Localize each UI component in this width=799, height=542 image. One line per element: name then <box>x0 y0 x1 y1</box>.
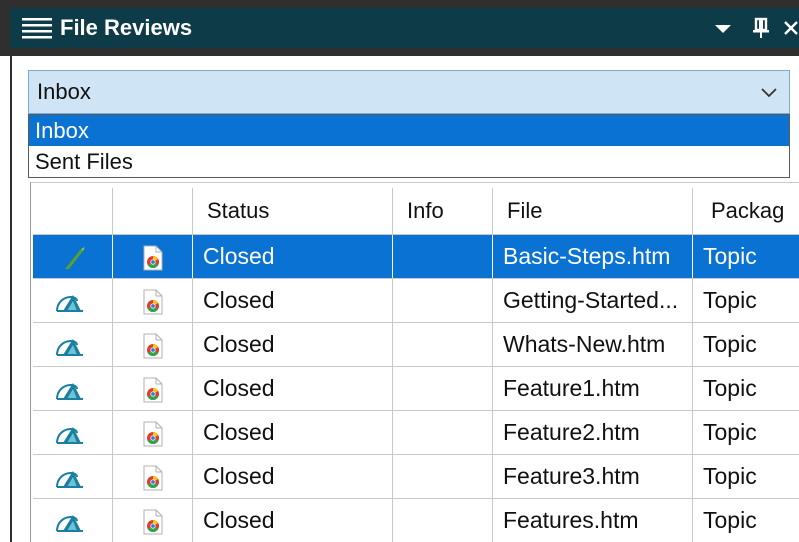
package-cell: Topic <box>703 375 757 401</box>
html-file-icon <box>143 465 163 491</box>
file-icon-cell <box>113 499 193 542</box>
file-icon-cell <box>113 455 193 498</box>
file-icon-cell <box>113 235 193 278</box>
file-name-cell: Feature2.htm <box>493 411 693 454</box>
review-icon-cell <box>33 235 113 278</box>
info-cell <box>393 235 493 278</box>
hamburger-icon[interactable] <box>22 17 52 39</box>
column-header-status[interactable]: Status <box>193 188 393 234</box>
file-name-cell: Features.htm <box>493 499 693 542</box>
file-icon-cell <box>113 279 193 322</box>
file-name-cell: Feature3.htm <box>493 455 693 498</box>
dropdown-option-sent-files[interactable]: Sent Files <box>29 146 789 177</box>
review-status-icon <box>56 383 83 400</box>
view-select-dropdown-list: Inbox Sent Files <box>28 114 790 178</box>
combobox-value: Inbox <box>37 79 91 104</box>
status-cell: Closed <box>193 279 393 322</box>
info-cell <box>393 455 493 498</box>
review-icon-cell <box>33 367 113 410</box>
file-name-cell: Basic-Steps.htm <box>493 235 693 278</box>
status-cell: Closed <box>193 323 393 366</box>
file-name-cell: Feature1.htm <box>493 367 693 410</box>
column-header-review-icon[interactable] <box>33 188 113 234</box>
column-header-file[interactable]: File <box>493 188 693 234</box>
html-file-icon <box>143 333 163 359</box>
status-cell: Closed <box>193 235 393 278</box>
review-icon-cell <box>33 279 113 322</box>
info-cell <box>393 499 493 542</box>
info-cell <box>393 367 493 410</box>
title-bar: File Reviews <box>0 0 799 56</box>
table-row[interactable]: Closed Whats-New.htm Topic <box>33 322 799 366</box>
html-file-icon <box>143 245 163 271</box>
status-cell: Closed <box>193 499 393 542</box>
review-status-icon <box>56 471 83 488</box>
close-icon[interactable] <box>780 16 799 40</box>
review-status-icon <box>56 515 83 532</box>
dropdown-option-inbox[interactable]: Inbox <box>29 115 789 146</box>
review-status-icon <box>65 247 85 269</box>
file-reviews-window: File Reviews Inbox Inbox Sent Files Stat… <box>0 0 799 542</box>
review-status-icon <box>56 427 83 444</box>
html-file-icon <box>143 377 163 403</box>
status-cell: Closed <box>193 367 393 410</box>
file-name-cell: Getting-Started... <box>493 279 693 322</box>
table-row[interactable]: Closed Feature3.htm Topic <box>33 454 799 498</box>
info-cell <box>393 411 493 454</box>
status-cell: Closed <box>193 455 393 498</box>
panel-border <box>10 56 12 542</box>
table-row[interactable]: Closed Features.htm Topic <box>33 498 799 542</box>
package-cell: Topic <box>703 419 757 445</box>
file-name-cell: Whats-New.htm <box>493 323 693 366</box>
file-icon-cell <box>113 323 193 366</box>
review-icon-cell <box>33 499 113 542</box>
table-row[interactable]: Closed Basic-Steps.htm Topic <box>33 234 799 278</box>
review-icon-cell <box>33 323 113 366</box>
dropdown-arrow-icon[interactable] <box>712 16 734 40</box>
review-status-icon <box>56 339 83 356</box>
column-header-file-icon[interactable] <box>113 188 193 234</box>
chevron-down-icon[interactable] <box>759 83 779 101</box>
review-status-icon <box>56 295 83 312</box>
info-cell <box>393 279 493 322</box>
column-header-info[interactable]: Info <box>393 188 493 234</box>
title-bar-inner: File Reviews <box>10 8 799 48</box>
package-cell: Topic <box>703 331 757 357</box>
html-file-icon <box>143 421 163 447</box>
package-cell: Topic <box>703 243 757 269</box>
html-file-icon <box>143 509 163 535</box>
table-row[interactable]: Closed Feature1.htm Topic <box>33 366 799 410</box>
table-row[interactable]: Closed Feature2.htm Topic <box>33 410 799 454</box>
table-row[interactable]: Closed Getting-Started... Topic <box>33 278 799 322</box>
review-icon-cell <box>33 455 113 498</box>
package-cell: Topic <box>703 507 757 533</box>
column-header-package[interactable]: Packag <box>693 188 799 234</box>
html-file-icon <box>143 289 163 315</box>
file-icon-cell <box>113 367 193 410</box>
pin-icon[interactable] <box>750 16 772 40</box>
review-icon-cell <box>33 411 113 454</box>
package-cell: Topic <box>703 287 757 313</box>
package-cell: Topic <box>703 463 757 489</box>
window-title: File Reviews <box>60 15 193 40</box>
status-cell: Closed <box>193 411 393 454</box>
view-select-combobox[interactable]: Inbox <box>28 70 790 114</box>
info-cell <box>393 323 493 366</box>
file-icon-cell <box>113 411 193 454</box>
